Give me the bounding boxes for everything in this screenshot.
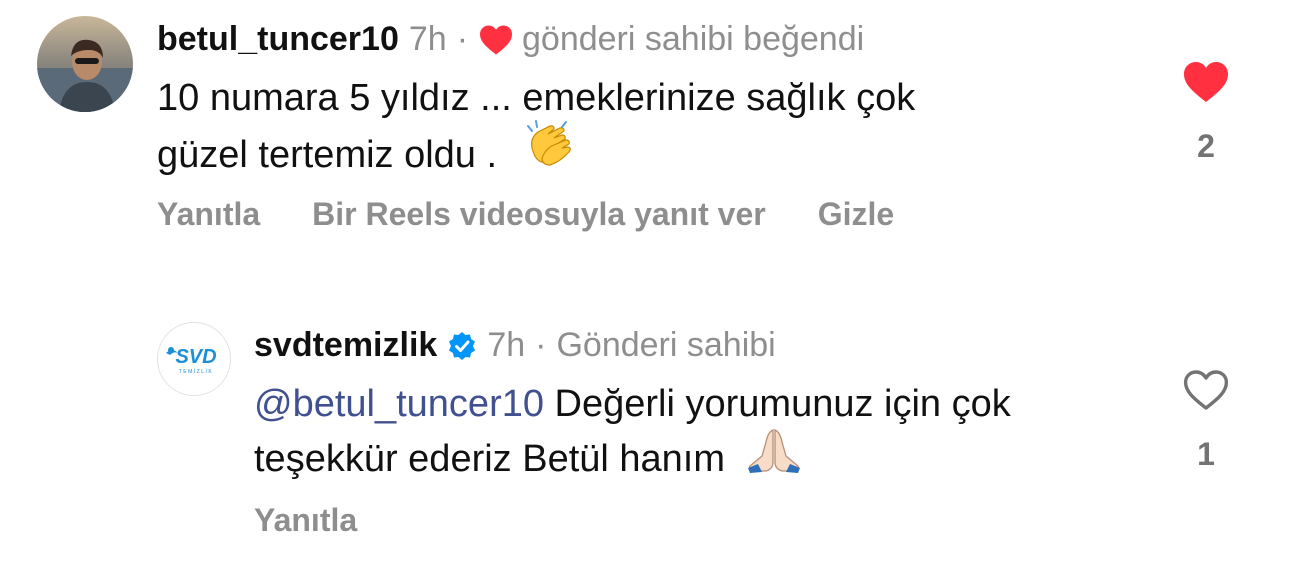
comment-text-line: 10 numara 5 yıldız ... emeklerinize sağl… [157, 77, 916, 119]
reels-reply-button[interactable]: Bir Reels videosuyla yanıt ver [312, 196, 766, 233]
reply-button[interactable]: Yanıtla [254, 502, 357, 539]
comment-thread: betul_tuncer10 7h · gönderi sahibi beğen… [0, 0, 1290, 568]
commenter-avatar[interactable] [37, 16, 133, 112]
comment-actions: Yanıtla Bir Reels videosuyla yanıt ver G… [157, 196, 946, 233]
reply-actions: Yanıtla [254, 502, 409, 539]
comment-text-line: güzel tertemiz oldu . [157, 120, 915, 190]
clapping-hands-icon [522, 118, 574, 184]
comment-like-column: 2 [1176, 60, 1236, 165]
svd-logo-text: SVD [175, 346, 216, 368]
reply-time: 7h [487, 326, 526, 364]
small-heart-icon [478, 24, 514, 56]
comment-body: 10 numara 5 yıldız ... emeklerinize sağl… [157, 72, 915, 190]
comment-meta: betul_tuncer10 7h · gönderi sahibi beğen… [157, 20, 864, 59]
svd-logo-subtext: TEMİZLİK [179, 368, 214, 375]
comment-like-count[interactable]: 2 [1197, 128, 1215, 165]
owner-liked-label: gönderi sahibi beğendi [522, 20, 865, 58]
reply-button[interactable]: Yanıtla [157, 196, 260, 233]
reply-author-username[interactable]: svdtemizlik [254, 326, 437, 365]
meta-separator: · [456, 20, 469, 58]
reply-like-heart-outline-icon[interactable] [1182, 368, 1230, 412]
reply-like-column: 1 [1176, 368, 1236, 473]
reply-meta: svdtemizlik 7h · Gönderi sahibi [254, 326, 776, 365]
mention-link[interactable]: @betul_tuncer10 [254, 383, 544, 425]
reply-body: @betul_tuncer10 Değerli yorumunuz için ç… [254, 378, 1011, 492]
folded-hands-icon [746, 426, 802, 488]
comment-like-heart-icon[interactable] [1182, 60, 1230, 104]
reply-text-line: teşekkür ederiz Betül hanım [254, 429, 1011, 492]
reply-text-line: @betul_tuncer10 Değerli yorumunuz için ç… [254, 383, 1011, 425]
reply-like-count[interactable]: 1 [1197, 436, 1215, 473]
hide-button[interactable]: Gizle [818, 196, 894, 233]
post-owner-label: Gönderi sahibi [556, 326, 776, 364]
reply-author-avatar[interactable]: SVD TEMİZLİK [157, 322, 231, 396]
meta-separator: · [535, 326, 547, 364]
commenter-username[interactable]: betul_tuncer10 [157, 20, 399, 59]
comment-time: 7h [408, 20, 447, 58]
verified-badge-icon [447, 331, 477, 361]
